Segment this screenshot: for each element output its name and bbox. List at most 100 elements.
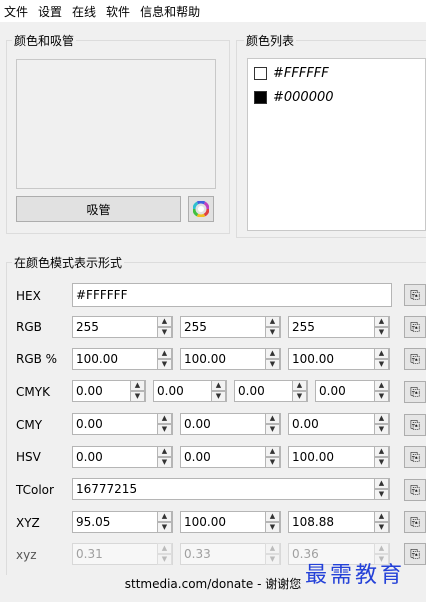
menu-settings[interactable]: 设置 bbox=[34, 3, 68, 20]
spin-buttons[interactable]: ▲ ▼ bbox=[265, 511, 280, 533]
spin-up-icon[interactable]: ▲ bbox=[211, 380, 226, 391]
menu-online[interactable]: 在线 bbox=[68, 3, 102, 20]
hsv-h-input[interactable]: 0.00 ▲ ▼ bbox=[72, 446, 173, 468]
spin-buttons[interactable]: ▲ ▼ bbox=[374, 413, 389, 435]
spin-up-icon[interactable]: ▲ bbox=[157, 446, 172, 457]
color-wheel-button[interactable] bbox=[188, 196, 214, 222]
cmy-m-input[interactable]: 0.00 ▲ ▼ bbox=[180, 413, 281, 435]
cmyk-m-input[interactable]: 0.00 ▲ ▼ bbox=[153, 380, 227, 402]
spin-buttons[interactable]: ▲ ▼ bbox=[374, 478, 389, 500]
spin-up-icon[interactable]: ▲ bbox=[265, 446, 280, 457]
hex-input[interactable]: #FFFFFF bbox=[72, 283, 392, 307]
copy-xyz-lower-button[interactable]: ⎘ bbox=[404, 543, 426, 565]
spin-down-icon[interactable]: ▼ bbox=[211, 391, 226, 402]
spin-buttons[interactable]: ▲ ▼ bbox=[265, 446, 280, 468]
rgbp-r-input[interactable]: 100.00 ▲ ▼ bbox=[72, 348, 173, 370]
spin-down-icon[interactable]: ▼ bbox=[157, 522, 172, 533]
rgbp-b-input[interactable]: 100.00 ▲ ▼ bbox=[288, 348, 390, 370]
spin-up-icon[interactable]: ▲ bbox=[265, 316, 280, 327]
spin-down-icon[interactable]: ▼ bbox=[265, 359, 280, 370]
copy-hex-button[interactable]: ⎘ bbox=[404, 284, 426, 306]
color-list-item[interactable]: #FFFFFF bbox=[248, 61, 425, 85]
spin-down-icon[interactable]: ▼ bbox=[374, 424, 389, 435]
spin-up-icon[interactable]: ▲ bbox=[130, 380, 145, 391]
cmyk-c-input[interactable]: 0.00 ▲ ▼ bbox=[72, 380, 146, 402]
spin-down-icon[interactable]: ▼ bbox=[157, 424, 172, 435]
spin-buttons[interactable]: ▲ ▼ bbox=[374, 316, 389, 338]
spin-buttons[interactable]: ▲ ▼ bbox=[374, 511, 389, 533]
rgb-g-input[interactable]: 255 ▲ ▼ bbox=[180, 316, 281, 338]
spin-buttons[interactable]: ▲ ▼ bbox=[130, 380, 145, 402]
spin-down-icon[interactable]: ▼ bbox=[374, 327, 389, 338]
spin-down-icon[interactable]: ▼ bbox=[130, 391, 145, 402]
spin-down-icon[interactable]: ▼ bbox=[157, 457, 172, 468]
spin-down-icon[interactable]: ▼ bbox=[265, 327, 280, 338]
rgb-b-input[interactable]: 255 ▲ ▼ bbox=[288, 316, 390, 338]
xyz-y-input[interactable]: 100.00 ▲ ▼ bbox=[180, 511, 281, 533]
spin-up-icon[interactable]: ▲ bbox=[374, 316, 389, 327]
spin-buttons[interactable]: ▲ ▼ bbox=[157, 413, 172, 435]
copy-xyz-button[interactable]: ⎘ bbox=[404, 511, 426, 533]
spin-up-icon[interactable]: ▲ bbox=[157, 316, 172, 327]
spin-buttons[interactable]: ▲ ▼ bbox=[211, 380, 226, 402]
spin-down-icon[interactable]: ▼ bbox=[265, 457, 280, 468]
cmy-y-input[interactable]: 0.00 ▲ ▼ bbox=[288, 413, 390, 435]
spin-down-icon[interactable]: ▼ bbox=[374, 391, 389, 402]
spin-buttons[interactable]: ▲ ▼ bbox=[157, 316, 172, 338]
color-list[interactable]: #FFFFFF #000000 bbox=[247, 58, 426, 231]
menu-info-help[interactable]: 信息和帮助 bbox=[136, 3, 206, 20]
copy-cmy-button[interactable]: ⎘ bbox=[404, 414, 426, 436]
spin-buttons[interactable]: ▲ ▼ bbox=[374, 446, 389, 468]
spin-up-icon[interactable]: ▲ bbox=[265, 413, 280, 424]
copy-rgb-button[interactable]: ⎘ bbox=[404, 316, 426, 338]
eyedropper-button[interactable]: 吸管 bbox=[16, 196, 181, 222]
spin-buttons[interactable]: ▲ ▼ bbox=[265, 413, 280, 435]
spin-down-icon[interactable]: ▼ bbox=[265, 522, 280, 533]
spin-down-icon[interactable]: ▼ bbox=[157, 359, 172, 370]
spin-buttons[interactable]: ▲ ▼ bbox=[157, 446, 172, 468]
spin-down-icon[interactable]: ▼ bbox=[374, 522, 389, 533]
spin-up-icon[interactable]: ▲ bbox=[374, 446, 389, 457]
spin-up-icon[interactable]: ▲ bbox=[157, 511, 172, 522]
copy-cmyk-button[interactable]: ⎘ bbox=[404, 381, 426, 403]
menu-file[interactable]: 文件 bbox=[0, 3, 34, 20]
spin-up-icon[interactable]: ▲ bbox=[157, 348, 172, 359]
cmyk-k-input[interactable]: 0.00 ▲ ▼ bbox=[315, 380, 390, 402]
spin-down-icon[interactable]: ▼ bbox=[157, 327, 172, 338]
spin-up-icon[interactable]: ▲ bbox=[374, 413, 389, 424]
spin-buttons[interactable]: ▲ ▼ bbox=[292, 380, 307, 402]
spin-up-icon[interactable]: ▲ bbox=[374, 380, 389, 391]
rgb-r-input[interactable]: 255 ▲ ▼ bbox=[72, 316, 173, 338]
copy-hsv-button[interactable]: ⎘ bbox=[404, 446, 426, 468]
spin-buttons[interactable]: ▲ ▼ bbox=[265, 316, 280, 338]
color-list-item[interactable]: #000000 bbox=[248, 85, 425, 109]
spin-up-icon[interactable]: ▲ bbox=[157, 413, 172, 424]
cmyk-y-input[interactable]: 0.00 ▲ ▼ bbox=[234, 380, 308, 402]
menu-software[interactable]: 软件 bbox=[102, 3, 136, 20]
spin-down-icon[interactable]: ▼ bbox=[374, 359, 389, 370]
spin-up-icon[interactable]: ▲ bbox=[374, 348, 389, 359]
spin-up-icon[interactable]: ▲ bbox=[292, 380, 307, 391]
cmy-c-input[interactable]: 0.00 ▲ ▼ bbox=[72, 413, 173, 435]
spin-buttons[interactable]: ▲ ▼ bbox=[157, 511, 172, 533]
spin-up-icon[interactable]: ▲ bbox=[265, 348, 280, 359]
spin-down-icon[interactable]: ▼ bbox=[265, 424, 280, 435]
spin-buttons[interactable]: ▲ ▼ bbox=[157, 348, 172, 370]
spin-buttons[interactable]: ▲ ▼ bbox=[374, 348, 389, 370]
spin-up-icon[interactable]: ▲ bbox=[374, 511, 389, 522]
copy-tcolor-button[interactable]: ⎘ bbox=[404, 479, 426, 501]
spin-down-icon[interactable]: ▼ bbox=[292, 391, 307, 402]
hsv-s-input[interactable]: 0.00 ▲ ▼ bbox=[180, 446, 281, 468]
tcolor-input[interactable]: 16777215 ▲ ▼ bbox=[72, 478, 390, 500]
xyz-x-input[interactable]: 95.05 ▲ ▼ bbox=[72, 511, 173, 533]
spin-buttons[interactable]: ▲ ▼ bbox=[374, 380, 389, 402]
spin-down-icon[interactable]: ▼ bbox=[374, 457, 389, 468]
rgbp-g-input[interactable]: 100.00 ▲ ▼ bbox=[180, 348, 281, 370]
hsv-v-input[interactable]: 100.00 ▲ ▼ bbox=[288, 446, 390, 468]
spin-up-icon[interactable]: ▲ bbox=[265, 511, 280, 522]
xyz-z-input[interactable]: 108.88 ▲ ▼ bbox=[288, 511, 390, 533]
spin-up-icon[interactable]: ▲ bbox=[374, 478, 389, 489]
spin-down-icon[interactable]: ▼ bbox=[374, 489, 389, 500]
spin-buttons[interactable]: ▲ ▼ bbox=[265, 348, 280, 370]
copy-rgbp-button[interactable]: ⎘ bbox=[404, 348, 426, 370]
